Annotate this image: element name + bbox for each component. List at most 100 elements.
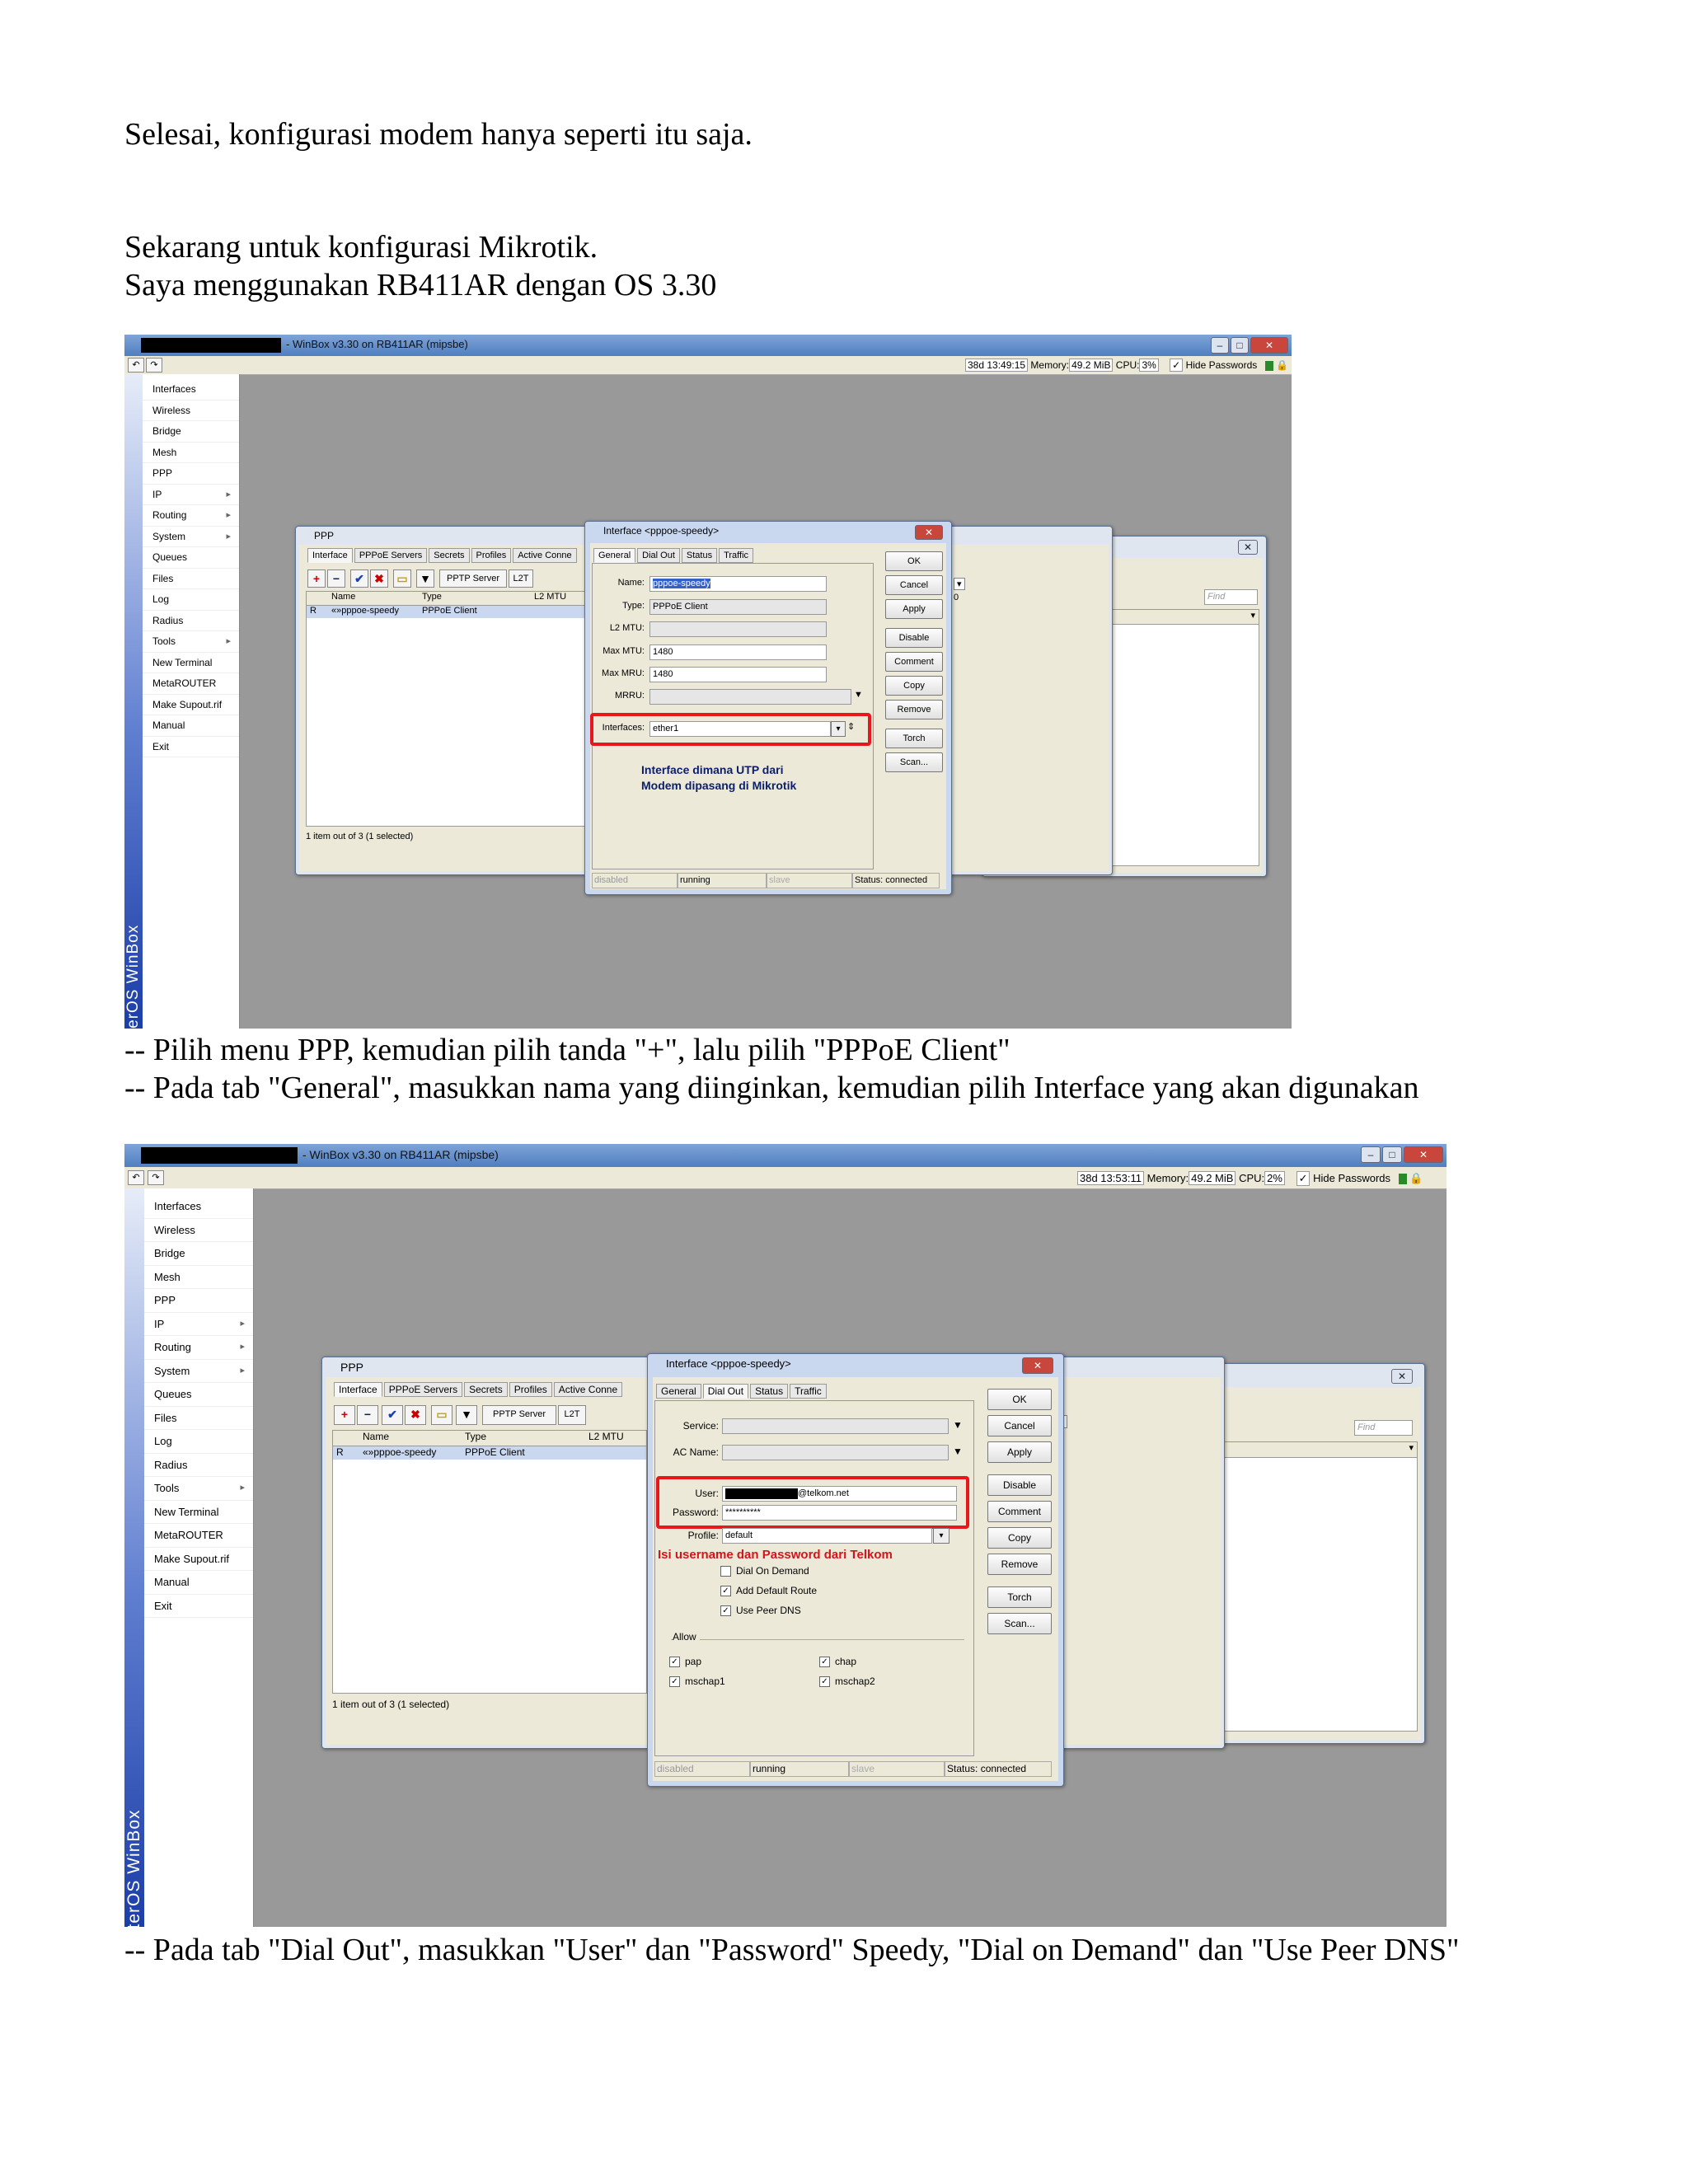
- menu-item-tools[interactable]: Tools ▸: [143, 631, 239, 653]
- comment-icon[interactable]: ▭: [431, 1405, 452, 1425]
- menu-item-ppp[interactable]: PPP: [144, 1289, 253, 1313]
- remove-icon[interactable]: −: [357, 1405, 378, 1425]
- max-mtu-field[interactable]: 1480: [649, 644, 827, 660]
- find-input[interactable]: Find: [1354, 1420, 1413, 1436]
- menu-item-system[interactable]: System ▸: [143, 527, 239, 547]
- dropdown-icon[interactable]: ▼: [854, 690, 863, 700]
- close-icon[interactable]: ✕: [1022, 1357, 1053, 1374]
- menu-item-system[interactable]: System ▸: [144, 1360, 253, 1383]
- comment-button[interactable]: Comment: [987, 1501, 1052, 1522]
- copy-button[interactable]: Copy: [987, 1527, 1052, 1549]
- add-default-route-checkbox[interactable]: ✓ Add Default Route: [720, 1585, 817, 1597]
- l2tp-server-button[interactable]: L2T: [509, 569, 533, 588]
- torch-button[interactable]: Torch: [885, 729, 943, 748]
- filter-icon[interactable]: ▼: [456, 1405, 477, 1425]
- maximize-icon[interactable]: □: [1231, 337, 1249, 354]
- menu-item-routing[interactable]: Routing ▸: [143, 505, 239, 527]
- x-icon[interactable]: ✖: [405, 1405, 426, 1425]
- menu-item-bridge[interactable]: Bridge: [143, 421, 239, 443]
- mschap1-checkbox[interactable]: ✓ mschap1: [669, 1675, 725, 1688]
- menu-item-files[interactable]: Files: [144, 1407, 253, 1430]
- remove-icon[interactable]: −: [327, 569, 345, 588]
- user-field[interactable]: @telkom.net: [722, 1486, 957, 1502]
- dropdown-icon[interactable]: ▼: [953, 1419, 963, 1431]
- hide-passwords-checkbox[interactable]: ✓: [1296, 1171, 1311, 1186]
- remove-button[interactable]: Remove: [885, 700, 943, 719]
- pap-checkbox[interactable]: ✓ pap: [669, 1656, 701, 1668]
- comment-icon[interactable]: ▭: [393, 569, 411, 588]
- ac-name-field[interactable]: [722, 1445, 949, 1460]
- comment-button[interactable]: Comment: [885, 652, 943, 672]
- check-icon[interactable]: ✔: [350, 569, 368, 588]
- use-peer-dns-checkbox[interactable]: ✓ Use Peer DNS: [720, 1605, 801, 1617]
- scan-button[interactable]: Scan...: [885, 752, 943, 772]
- cancel-button[interactable]: Cancel: [885, 575, 943, 595]
- dial-on-demand-checkbox[interactable]: Dial On Demand: [720, 1565, 809, 1577]
- tab-interface[interactable]: Interface: [307, 548, 353, 563]
- check-icon[interactable]: ✔: [382, 1405, 403, 1425]
- torch-button[interactable]: Torch: [987, 1586, 1052, 1608]
- menu-item-files[interactable]: Files: [143, 569, 239, 589]
- menu-item-ip[interactable]: IP ▸: [144, 1313, 253, 1336]
- menu-item-interfaces[interactable]: Interfaces: [143, 379, 239, 401]
- menu-item-wireless[interactable]: Wireless: [144, 1219, 253, 1242]
- menu-item-bridge[interactable]: Bridge: [144, 1242, 253, 1266]
- menu-item-make-supout[interactable]: Make Supout.rif: [144, 1548, 253, 1571]
- menu-item-wireless[interactable]: Wireless: [143, 401, 239, 421]
- menu-item-radius[interactable]: Radius: [144, 1454, 253, 1477]
- x-icon[interactable]: ✖: [370, 569, 388, 588]
- column-menu-icon[interactable]: ▾: [954, 578, 965, 590]
- name-field[interactable]: pppoe-speedy: [649, 576, 827, 592]
- apply-button[interactable]: Apply: [987, 1441, 1052, 1463]
- pptp-server-button[interactable]: PPTP Server: [439, 569, 507, 588]
- tab-pppoe-servers[interactable]: PPPoE Servers: [354, 548, 428, 563]
- tab-general[interactable]: General: [656, 1384, 701, 1399]
- find-input[interactable]: Find: [1204, 589, 1258, 605]
- menu-item-manual[interactable]: Manual: [143, 715, 239, 737]
- copy-button[interactable]: Copy: [885, 676, 943, 696]
- menu-item-ppp[interactable]: PPP: [143, 463, 239, 485]
- max-mru-field[interactable]: 1480: [649, 667, 827, 682]
- tab-profiles[interactable]: Profiles: [509, 1382, 552, 1397]
- disable-button[interactable]: Disable: [885, 628, 943, 648]
- menu-item-queues[interactable]: Queues: [143, 547, 239, 569]
- menu-item-exit[interactable]: Exit: [143, 737, 239, 757]
- tab-traffic[interactable]: Traffic: [790, 1384, 827, 1399]
- remove-button[interactable]: Remove: [987, 1554, 1052, 1575]
- close-icon[interactable]: ✕: [915, 525, 943, 540]
- menu-item-manual[interactable]: Manual: [144, 1571, 253, 1595]
- cancel-button[interactable]: Cancel: [987, 1415, 1052, 1436]
- tab-secrets[interactable]: Secrets: [464, 1382, 508, 1397]
- tab-pppoe-servers[interactable]: PPPoE Servers: [383, 1382, 463, 1397]
- add-icon[interactable]: +: [334, 1405, 355, 1425]
- menu-item-make-supout[interactable]: Make Supout.rif: [143, 695, 239, 715]
- tab-interface[interactable]: Interface: [334, 1382, 382, 1397]
- tab-dial-out[interactable]: Dial Out: [637, 548, 680, 563]
- tab-general[interactable]: General: [593, 548, 636, 563]
- spinner-icon[interactable]: ⇕: [847, 721, 855, 732]
- tab-status[interactable]: Status: [681, 548, 718, 563]
- dropdown-icon[interactable]: ▾: [933, 1528, 950, 1544]
- close-icon[interactable]: ✕: [1391, 1369, 1413, 1384]
- menu-item-routing[interactable]: Routing ▸: [144, 1336, 253, 1360]
- pptp-server-button[interactable]: PPTP Server: [482, 1405, 556, 1425]
- close-icon[interactable]: ✕: [1238, 540, 1258, 555]
- menu-item-metarouter[interactable]: MetaROUTER: [143, 673, 239, 695]
- dropdown-icon[interactable]: ▾: [831, 721, 846, 737]
- menu-item-radius[interactable]: Radius: [143, 611, 239, 631]
- tab-active-connections[interactable]: Active Conne: [553, 1382, 623, 1397]
- minimize-icon[interactable]: –: [1361, 1146, 1381, 1163]
- maximize-icon[interactable]: □: [1382, 1146, 1402, 1163]
- mrru-field[interactable]: [649, 689, 851, 705]
- menu-item-interfaces[interactable]: Interfaces: [144, 1195, 253, 1219]
- password-field[interactable]: **********: [722, 1505, 957, 1521]
- menu-item-log[interactable]: Log: [143, 589, 239, 611]
- service-field[interactable]: [722, 1418, 949, 1434]
- menu-item-exit[interactable]: Exit: [144, 1595, 253, 1618]
- menu-item-new-terminal[interactable]: New Terminal: [144, 1501, 253, 1524]
- dropdown-icon[interactable]: ▼: [953, 1446, 963, 1457]
- redo-icon[interactable]: ↷: [148, 1170, 164, 1185]
- tab-profiles[interactable]: Profiles: [471, 548, 512, 563]
- close-icon[interactable]: ✕: [1404, 1146, 1443, 1163]
- menu-item-log[interactable]: Log: [144, 1430, 253, 1454]
